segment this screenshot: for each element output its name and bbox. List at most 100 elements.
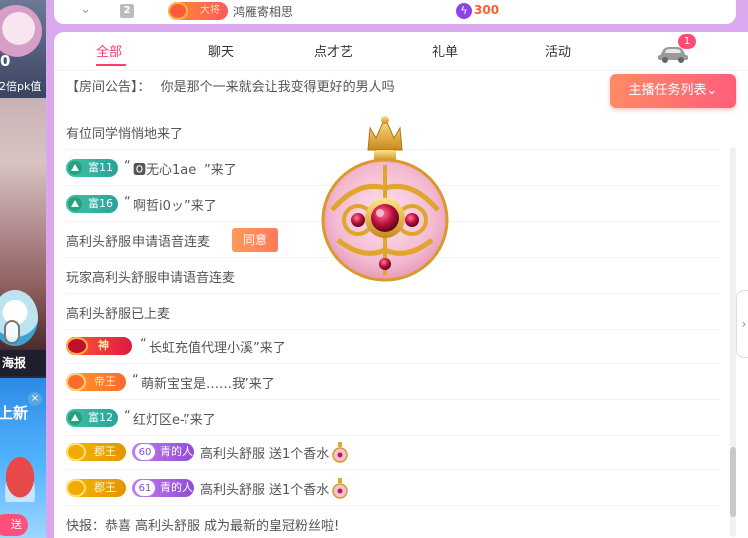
chat-message: 郡王 61 青的人 高利头舒服 送1个香水 xyxy=(66,470,720,506)
emblem-icon xyxy=(66,337,88,355)
prince-level-badge: 郡王 xyxy=(66,479,126,497)
tab-activity[interactable]: 活动 xyxy=(545,41,571,60)
level-label: 神 xyxy=(98,339,109,352)
flash-news-suffix: 成为最新的皇冠粉丝啦! xyxy=(204,519,340,534)
emblem-icon xyxy=(66,479,86,497)
username-link[interactable]: 高利头舒服 xyxy=(135,515,200,534)
system-message-text: 有位同学悄悄地来了 xyxy=(66,127,184,142)
ranking-row: ⌄ 2 大将 鸿雁寄相思 ϟ 300 xyxy=(54,0,736,24)
counter-text: 0 xyxy=(0,52,11,70)
username-link[interactable]: 红灯区e-ᵢ xyxy=(133,409,187,428)
entered-text: ”来了 xyxy=(204,163,237,178)
chat-scrollbar-thumb[interactable] xyxy=(730,447,736,517)
level-badge: 大将 xyxy=(168,2,228,20)
username-link[interactable]: 高利头舒服 xyxy=(200,443,265,462)
username-link[interactable]: 萌新宝宝是……我 xyxy=(141,373,245,392)
banner-text: 上新 xyxy=(0,404,29,422)
tab-chat[interactable]: 聊天 xyxy=(208,41,234,60)
announcement-text: 你是那个一来就会让我变得更好的男人吗 xyxy=(160,80,395,95)
gem-icon xyxy=(68,197,82,211)
voice-request-text: 申请语音连麦 xyxy=(132,235,211,250)
emblem-icon xyxy=(66,443,86,461)
username-link[interactable]: 长虹充值代理小溪 xyxy=(149,337,253,356)
car-notification-badge: 1 xyxy=(678,34,696,49)
agree-button[interactable]: 同意 xyxy=(232,228,278,252)
chat-message: 富12 “ 红灯区e-ᵢ ”来了 xyxy=(66,400,720,436)
gem-icon xyxy=(68,411,82,425)
fan-level: 60 xyxy=(134,443,156,461)
chat-panel: 全部 聊天 点才艺 礼单 活动 1 【房间公告】： 你是那个一来就会让我变得更好… xyxy=(54,32,748,538)
prince-level-badge: 郡王 xyxy=(66,443,126,461)
level-label: 富11 xyxy=(88,161,113,174)
emperor-level-badge: 帝王 xyxy=(66,373,126,391)
open-quote: “ xyxy=(124,409,131,424)
chevron-down-icon: ⌄ xyxy=(706,83,718,98)
username-link[interactable]: 高利头舒服 xyxy=(200,479,265,498)
perfume-gift-icon xyxy=(332,478,348,499)
tab-talent[interactable]: 点才艺 xyxy=(314,41,353,60)
entered-text: ”来了 xyxy=(242,377,275,392)
perfume-gift-icon xyxy=(332,442,348,463)
level-label: 富16 xyxy=(88,197,113,210)
system-message-text: 玩家高利头舒服申请语音连麦 xyxy=(66,271,236,286)
poster-button[interactable]: 海报 xyxy=(0,350,46,376)
divider xyxy=(54,70,748,71)
entered-text: ”来了 xyxy=(253,341,286,356)
chevron-down-icon[interactable]: ⌄ xyxy=(80,2,91,17)
task-button-label: 主播任务列表 xyxy=(628,83,707,98)
tab-bar: 全部 聊天 点才艺 礼单 活动 1 xyxy=(54,32,748,70)
username-link[interactable]: 高利头舒服 xyxy=(66,231,131,250)
rank-number: 2 xyxy=(120,4,134,18)
chat-message: 帝王 “ 萌新宝宝是……我 ”来了 xyxy=(66,364,720,400)
wealth-level-badge: 富12 xyxy=(66,409,118,427)
anchor-task-list-button[interactable]: 主播任务列表⌄ xyxy=(610,74,736,108)
level-label: 郡王 xyxy=(94,481,116,494)
emblem-icon xyxy=(66,373,86,391)
gem-icon xyxy=(68,161,82,175)
badge-label: 大将 xyxy=(200,5,220,16)
entered-text: ”来了 xyxy=(183,413,216,428)
god-level-badge: 神 xyxy=(66,337,132,355)
tab-all[interactable]: 全部 xyxy=(96,41,122,60)
level-label: 帝王 xyxy=(94,375,116,388)
wealth-level-badge: 富11 xyxy=(66,159,118,177)
flash-news-prefix: 快报：恭喜 xyxy=(66,519,132,534)
close-icon[interactable]: × xyxy=(28,392,42,406)
pk-text: 2倍pk值 xyxy=(0,80,42,93)
left-sidebar: 0 2倍pk值 海报 上新 × 送 xyxy=(0,0,46,538)
microphone-icon[interactable] xyxy=(4,320,20,344)
fan-club-name: 青的人 xyxy=(160,445,193,458)
entered-text: ”来了 xyxy=(184,199,217,214)
send-button[interactable]: 送 xyxy=(0,514,28,536)
chat-message: 高利头舒服已上麦 xyxy=(66,294,720,330)
gift-text: 送1个香水 xyxy=(269,483,330,498)
expand-panel-handle[interactable]: › xyxy=(736,290,748,358)
username-link[interactable]: 啊哲i0ッ xyxy=(133,195,184,214)
open-quote: “ xyxy=(140,337,147,352)
chat-message: 神 “ 长虹充值代理小溪 ”来了 xyxy=(66,328,720,364)
level-label: 郡王 xyxy=(94,445,116,458)
ranking-username[interactable]: 鸿雁寄相思 xyxy=(233,3,293,20)
system-message-text: 高利头舒服已上麦 xyxy=(66,307,171,322)
tab-gift-list[interactable]: 礼单 xyxy=(432,41,458,60)
level-label: 富12 xyxy=(88,411,113,424)
active-tab-indicator xyxy=(96,64,126,66)
fan-level: 61 xyxy=(134,479,156,497)
bolt-icon: ϟ xyxy=(456,3,472,19)
gift-text: 送1个香水 xyxy=(269,447,330,462)
fan-club-badge: 60 青的人 xyxy=(132,443,194,461)
chat-message: 快报：恭喜 高利头舒服 成为最新的皇冠粉丝啦! xyxy=(66,506,720,538)
wealth-level-badge: 富16 xyxy=(66,195,118,213)
username-link[interactable]: 🅾无心1ae xyxy=(133,159,196,178)
open-quote: “ xyxy=(124,195,131,210)
badge-emblem-icon xyxy=(168,2,188,20)
fan-club-badge: 61 青的人 xyxy=(132,479,194,497)
open-quote: “ xyxy=(132,373,139,388)
poster-label: 海报 xyxy=(2,356,27,370)
announcement-label: 【房间公告】： xyxy=(66,80,151,95)
open-quote: “ xyxy=(124,159,131,174)
perfume-gift-animation xyxy=(321,116,449,282)
ranking-score: 300 xyxy=(474,3,500,17)
fan-club-name: 青的人 xyxy=(160,481,193,494)
chat-message: 郡王 60 青的人 高利头舒服 送1个香水 xyxy=(66,434,720,470)
